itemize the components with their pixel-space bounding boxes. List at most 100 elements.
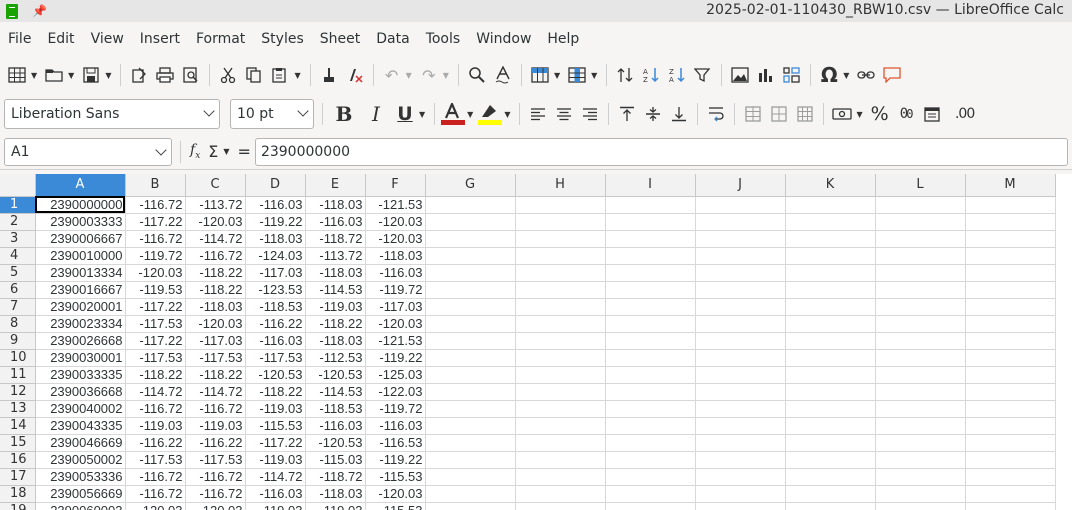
cell-k14[interactable] xyxy=(785,417,876,435)
cell-m18[interactable] xyxy=(965,485,1056,503)
cell-j14[interactable] xyxy=(695,417,786,435)
italic-button[interactable]: I xyxy=(361,100,391,128)
cell-f12[interactable]: -122.03 xyxy=(365,383,426,401)
cell-c16[interactable]: -117.53 xyxy=(185,451,246,469)
cell-i8[interactable] xyxy=(605,315,696,333)
cell-c11[interactable]: -118.22 xyxy=(185,366,246,384)
cell-c7[interactable]: -118.03 xyxy=(185,298,246,316)
cell-f10[interactable]: -119.22 xyxy=(365,349,426,367)
save-dropdown-icon[interactable]: ▼ xyxy=(105,71,111,80)
cell-i13[interactable] xyxy=(605,400,696,418)
cell-h18[interactable] xyxy=(515,485,606,503)
cell-c19[interactable]: -120.03 xyxy=(185,502,246,510)
cell-d19[interactable]: -119.03 xyxy=(245,502,306,510)
row-header[interactable]: 7 xyxy=(0,298,36,316)
special-character-icon[interactable]: Ω xyxy=(817,61,841,89)
cell-i11[interactable] xyxy=(605,366,696,384)
cell-b3[interactable]: -116.72 xyxy=(125,230,186,248)
cell-e19[interactable]: -119.03 xyxy=(305,502,366,510)
cell-d2[interactable]: -119.22 xyxy=(245,213,306,231)
cell-d12[interactable]: -118.22 xyxy=(245,383,306,401)
cell-l8[interactable] xyxy=(875,315,966,333)
sort-ascending-icon[interactable]: AZ xyxy=(639,61,663,89)
cell-d8[interactable]: -116.22 xyxy=(245,315,306,333)
align-bottom-icon[interactable] xyxy=(667,100,691,128)
cell-m19[interactable] xyxy=(965,502,1056,510)
cell-g2[interactable] xyxy=(425,213,516,231)
cell-j1[interactable] xyxy=(695,196,786,214)
cell-d7[interactable]: -118.53 xyxy=(245,298,306,316)
cell-m11[interactable] xyxy=(965,366,1056,384)
clone-formatting-icon[interactable] xyxy=(317,61,341,89)
cell-a10[interactable]: 2390030001 xyxy=(35,349,126,367)
cell-j19[interactable] xyxy=(695,502,786,510)
cell-a1[interactable]: 2390000000 xyxy=(35,196,126,214)
cell-h15[interactable] xyxy=(515,434,606,452)
cell-b7[interactable]: -117.22 xyxy=(125,298,186,316)
sum-dropdown-icon[interactable]: ▼ xyxy=(223,147,229,156)
row-icon[interactable] xyxy=(528,61,552,89)
percent-format-button[interactable]: % xyxy=(868,100,892,128)
cell-i9[interactable] xyxy=(605,332,696,350)
row-header[interactable]: 18 xyxy=(0,485,36,503)
cell-c6[interactable]: -118.22 xyxy=(185,281,246,299)
cell-h5[interactable] xyxy=(515,264,606,282)
cell-b10[interactable]: -117.53 xyxy=(125,349,186,367)
cell-h2[interactable] xyxy=(515,213,606,231)
cell-m9[interactable] xyxy=(965,332,1056,350)
cell-e16[interactable]: -115.03 xyxy=(305,451,366,469)
column-icon[interactable] xyxy=(565,61,589,89)
highlight-dropdown-icon[interactable]: ▼ xyxy=(504,110,510,119)
cell-k17[interactable] xyxy=(785,468,876,486)
cell-j2[interactable] xyxy=(695,213,786,231)
cell-e5[interactable]: -118.03 xyxy=(305,264,366,282)
cell-i3[interactable] xyxy=(605,230,696,248)
insert-chart-icon[interactable] xyxy=(754,61,778,89)
cell-i12[interactable] xyxy=(605,383,696,401)
highlight-color-icon[interactable] xyxy=(478,100,503,128)
cell-c4[interactable]: -116.72 xyxy=(185,247,246,265)
cell-h19[interactable] xyxy=(515,502,606,510)
center-vertically-icon[interactable] xyxy=(641,100,665,128)
pivot-table-icon[interactable] xyxy=(780,61,804,89)
cell-j16[interactable] xyxy=(695,451,786,469)
save-icon[interactable] xyxy=(79,61,103,89)
column-header-c[interactable]: C xyxy=(185,174,246,197)
menu-help[interactable]: Help xyxy=(539,22,587,56)
cell-l11[interactable] xyxy=(875,366,966,384)
cell-g14[interactable] xyxy=(425,417,516,435)
underline-button[interactable]: U xyxy=(393,100,417,128)
cell-i2[interactable] xyxy=(605,213,696,231)
cell-f9[interactable]: -121.53 xyxy=(365,332,426,350)
row-header[interactable]: 1 xyxy=(0,196,36,214)
cell-k8[interactable] xyxy=(785,315,876,333)
cell-i18[interactable] xyxy=(605,485,696,503)
cell-j13[interactable] xyxy=(695,400,786,418)
cell-g4[interactable] xyxy=(425,247,516,265)
cell-i4[interactable] xyxy=(605,247,696,265)
cell-b6[interactable]: -119.53 xyxy=(125,281,186,299)
open-folder-icon[interactable] xyxy=(42,61,66,89)
row-header[interactable]: 16 xyxy=(0,451,36,469)
cell-m1[interactable] xyxy=(965,196,1056,214)
cell-g9[interactable] xyxy=(425,332,516,350)
cell-h1[interactable] xyxy=(515,196,606,214)
cell-h4[interactable] xyxy=(515,247,606,265)
menu-insert[interactable]: Insert xyxy=(132,22,188,56)
cell-a11[interactable]: 2390033335 xyxy=(35,366,126,384)
cell-h14[interactable] xyxy=(515,417,606,435)
cell-l17[interactable] xyxy=(875,468,966,486)
row-header[interactable]: 4 xyxy=(0,247,36,265)
unmerge-cells-icon[interactable] xyxy=(793,100,817,128)
toggle-edit-mode-icon[interactable] xyxy=(127,61,151,89)
menu-tools[interactable]: Tools xyxy=(418,22,469,56)
cell-g15[interactable] xyxy=(425,434,516,452)
cell-h12[interactable] xyxy=(515,383,606,401)
cell-i5[interactable] xyxy=(605,264,696,282)
cell-m4[interactable] xyxy=(965,247,1056,265)
menu-view[interactable]: View xyxy=(83,22,132,56)
cell-d1[interactable]: -116.03 xyxy=(245,196,306,214)
cell-l2[interactable] xyxy=(875,213,966,231)
font-name-combo[interactable]: Liberation Sans xyxy=(4,99,220,129)
cell-i16[interactable] xyxy=(605,451,696,469)
